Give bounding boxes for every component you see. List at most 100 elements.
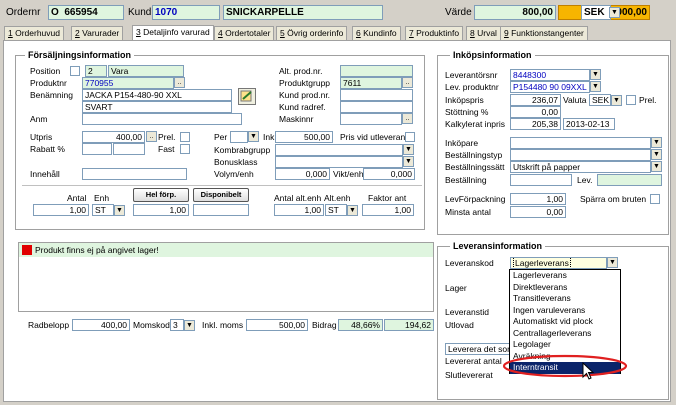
antal-field[interactable]: 1,00: [33, 204, 89, 216]
tab-label: Produktinfo: [413, 28, 460, 38]
bonusklass-field[interactable]: [275, 156, 403, 168]
disponibelt-button[interactable]: Disponibelt: [193, 188, 249, 202]
kombrabattgrupp-field[interactable]: [275, 144, 403, 156]
hel-forp-field[interactable]: 1,00: [133, 204, 189, 216]
momskod-field[interactable]: 3: [170, 319, 184, 331]
lev-produktnr-dropdown-arrow[interactable]: ▼: [590, 81, 601, 92]
enh-dropdown-arrow[interactable]: ▼: [114, 205, 125, 216]
benamning-field-1[interactable]: JACKA P154-480-90 XXL: [82, 89, 232, 101]
leverantorsnr-dropdown-arrow[interactable]: ▼: [590, 69, 601, 80]
pris-vid-utleverans-checkbox[interactable]: [405, 132, 415, 142]
tab-orderhuvud[interactable]: 1 Orderhuvud: [4, 26, 64, 40]
valuta-dropdown-arrow[interactable]: ▼: [611, 95, 622, 106]
rabatt-field-2[interactable]: [113, 143, 145, 155]
per-field[interactable]: [230, 131, 248, 143]
valuta-field[interactable]: SEK: [589, 94, 611, 106]
bestallningssatt-dropdown-arrow[interactable]: ▼: [651, 161, 662, 172]
leveranskod-field[interactable]: Lagerleverans: [510, 257, 607, 269]
bestallning-field[interactable]: [510, 174, 572, 186]
kalkylerat-date-field[interactable]: 2013-02-13: [563, 118, 615, 130]
prel-checkbox[interactable]: [180, 132, 190, 142]
levforpackning-field[interactable]: 1,00: [510, 193, 566, 205]
bestallningssatt-field[interactable]: Utskrift på papper: [510, 161, 651, 173]
produktnr-lookup-button[interactable]: ..: [174, 77, 185, 88]
vikt-field[interactable]: 0,000: [363, 168, 415, 180]
alt-prod-field[interactable]: [340, 65, 413, 77]
position-type-field[interactable]: Vara: [108, 65, 184, 77]
volym-field[interactable]: 0,000: [275, 168, 330, 180]
hel-forp-button[interactable]: Hel förp.: [133, 188, 189, 202]
leverantorsnr-label: Leverantörsnr: [445, 70, 498, 80]
innehall-field[interactable]: [82, 168, 187, 180]
ordernr-field[interactable]: O 665954: [48, 5, 124, 20]
tab-kundinfo[interactable]: 6 Kundinfo: [352, 26, 401, 40]
leverantorsnr-field[interactable]: 8448300: [510, 69, 590, 81]
edit-text-icon[interactable]: [238, 88, 256, 105]
bestallningstyp-label: Beställningstyp: [445, 150, 503, 160]
currency-dropdown-arrow[interactable]: ▼: [609, 7, 620, 18]
alt-enh-dropdown-arrow[interactable]: ▼: [347, 205, 358, 216]
ordernr-label: Ordernr: [6, 7, 41, 18]
tab-varurader[interactable]: 2 Varurader: [71, 26, 124, 40]
stottning-field[interactable]: 0,00: [510, 106, 561, 118]
position-field[interactable]: 2: [85, 65, 107, 77]
kund-name-field[interactable]: SNICKARPELLE: [223, 5, 383, 20]
utpris-lookup-button[interactable]: ..: [146, 131, 157, 142]
anm-field[interactable]: [82, 113, 242, 125]
kund-prod-field[interactable]: [340, 89, 413, 101]
kund-radref-field[interactable]: [340, 101, 413, 113]
maskinnr-field[interactable]: [340, 113, 402, 125]
produktgrupp-field[interactable]: 7611: [340, 77, 402, 89]
dropdown-option[interactable]: Lagerleverans: [510, 270, 620, 282]
bestallningstyp-dropdown-arrow[interactable]: ▼: [651, 149, 662, 160]
rabatt-field-1[interactable]: [82, 143, 112, 155]
tab-detaljinfo-varurad[interactable]: 3 Detaljinfo varurad: [132, 25, 214, 41]
faktor-ant-field[interactable]: 1,00: [362, 204, 414, 216]
maskinnr-lookup-button[interactable]: ..: [402, 113, 413, 124]
minsta-antal-field[interactable]: 0,00: [510, 206, 566, 218]
per-dropdown-arrow[interactable]: ▼: [248, 131, 259, 142]
position-checkbox[interactable]: [70, 66, 80, 76]
enh-field[interactable]: ST: [92, 204, 114, 216]
momskod-dropdown-arrow[interactable]: ▼: [184, 320, 195, 331]
leveranskod-dropdown-arrow[interactable]: ▼: [607, 257, 618, 268]
alt-enh-field[interactable]: ST: [325, 204, 347, 216]
ink-field[interactable]: 500,00: [275, 131, 333, 143]
produktgrupp-lookup-button[interactable]: ..: [402, 77, 413, 88]
sparra-checkbox[interactable]: [650, 194, 660, 204]
antal-alt-enh-label: Antal alt.enh: [274, 193, 322, 203]
dropdown-option[interactable]: Transitleverans: [510, 293, 620, 305]
inkl-moms-label: Inkl. moms: [202, 320, 244, 330]
dropdown-option[interactable]: Centrallagerleverans: [510, 328, 620, 340]
tab-funktionstangenter[interactable]: 9 Funktionstangenter: [500, 26, 588, 40]
currency-field[interactable]: SEK: [581, 5, 611, 20]
dropdown-option[interactable]: Legolager: [510, 339, 620, 351]
tab-urval[interactable]: 8 Urval: [466, 26, 501, 40]
bidrag-percent-field: 48,66%: [338, 319, 383, 331]
bonusklass-dropdown-arrow[interactable]: ▼: [403, 156, 414, 167]
lev-field[interactable]: [597, 174, 662, 186]
dropdown-option[interactable]: Automatiskt vid plock: [510, 316, 620, 328]
tab-produktinfo[interactable]: 7 Produktinfo: [405, 26, 464, 40]
benamning-field-2[interactable]: SVART: [82, 101, 232, 113]
fast-checkbox[interactable]: [180, 144, 190, 154]
kombrabattgrupp-dropdown-arrow[interactable]: ▼: [403, 144, 414, 155]
bestallningstyp-field[interactable]: [510, 149, 651, 161]
tab-ovrig-orderinfo[interactable]: 5 Övrig orderinfo: [276, 26, 348, 40]
antal-alt-enh-field[interactable]: 1,00: [274, 204, 324, 216]
kund-field[interactable]: 1070: [152, 5, 220, 20]
tab-ordertotaler[interactable]: 4 Ordertotaler: [214, 26, 275, 40]
inkop-prel-checkbox[interactable]: [626, 95, 636, 105]
inkopare-field[interactable]: [510, 137, 651, 149]
leveranskod-value: Lagerleverans: [513, 258, 571, 268]
lev-produktnr-field[interactable]: P154480 90 09XXL: [510, 81, 590, 93]
inkopspris-field[interactable]: 236,07: [510, 94, 561, 106]
inkopare-dropdown-arrow[interactable]: ▼: [651, 137, 662, 148]
disponibelt-field[interactable]: [193, 204, 249, 216]
tab-label: Orderhuvud: [12, 28, 60, 38]
dropdown-option[interactable]: Direktleverans: [510, 282, 620, 294]
produktnr-field[interactable]: 770955: [82, 77, 174, 89]
kalkylerat-field[interactable]: 205,38: [510, 118, 561, 130]
utpris-field[interactable]: 400,00: [82, 131, 145, 143]
dropdown-option[interactable]: Ingen varuleverans: [510, 305, 620, 317]
